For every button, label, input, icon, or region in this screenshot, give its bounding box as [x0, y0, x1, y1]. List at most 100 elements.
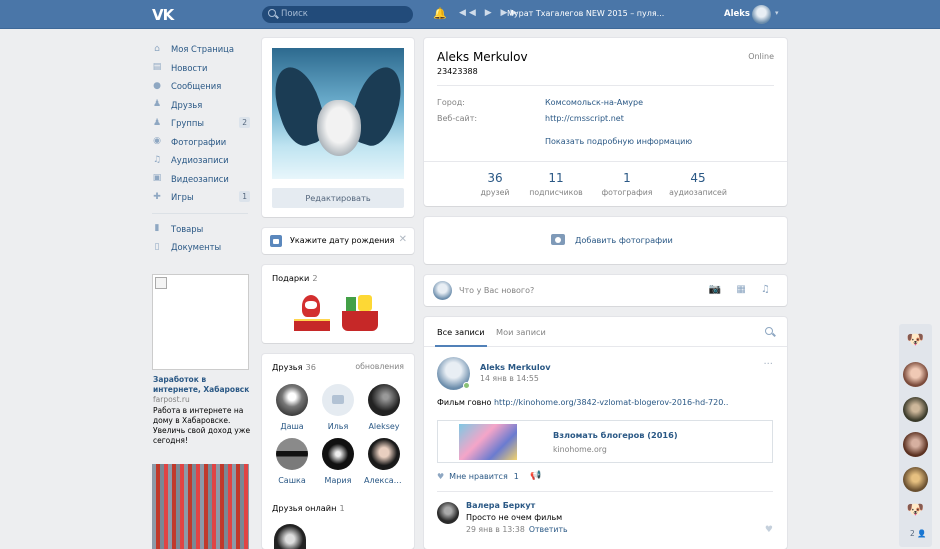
friend-name: Илья — [327, 422, 349, 431]
online-friends-title[interactable]: Друзья онлайн 1 — [272, 503, 345, 513]
vk-logo[interactable]: VK — [152, 6, 174, 24]
avatar — [368, 384, 400, 416]
profile-photo[interactable] — [272, 48, 404, 179]
friend-item[interactable]: Александ... — [364, 438, 404, 485]
chat-contact-avatar[interactable] — [903, 432, 928, 457]
heart-icon[interactable]: ♥ — [765, 525, 773, 535]
add-photos-button[interactable]: Добавить фотографии — [424, 217, 787, 264]
chevron-down-icon[interactable]: ▾ — [775, 9, 779, 17]
header-username[interactable]: Aleks — [724, 9, 750, 19]
chat-sidebar: 🐶 🐶 2 👤 — [899, 324, 932, 547]
post-text: Фильм говно http://kinohome.org/3842-vzl… — [437, 398, 728, 407]
sidebar-item-documents[interactable]: ▯ Документы — [152, 238, 252, 257]
friend-item[interactable]: Aleksey — [364, 384, 404, 431]
city-link[interactable]: Комсомольск-на-Амуре — [545, 98, 643, 107]
header-avatar[interactable] — [752, 5, 771, 24]
post-date[interactable]: 14 янв в 14:55 — [480, 374, 539, 383]
comment-author[interactable]: Валера Беркут — [466, 501, 535, 510]
counter-label: аудиозаписей — [669, 188, 727, 197]
games-icon: ✚ — [153, 191, 161, 202]
share-icon[interactable]: 📢 — [530, 471, 541, 481]
gift-santa[interactable] — [292, 291, 332, 333]
dog-icon[interactable]: 🐶 — [905, 330, 926, 351]
sidebar-item-label: Видеозаписи — [171, 173, 229, 184]
website-link[interactable]: http://cmsscript.net — [545, 114, 624, 123]
ad-title[interactable]: Заработок в интернете, Хабаровск — [153, 375, 253, 395]
gifts-count: 2 — [312, 273, 318, 283]
bell-icon[interactable]: 🔔 — [433, 7, 447, 20]
search-input[interactable]: Поиск — [262, 6, 413, 23]
gifts-title[interactable]: Подарки 2 — [272, 273, 318, 283]
post-author-avatar[interactable] — [437, 357, 470, 390]
post-author[interactable]: Aleks Merkulov — [480, 362, 551, 372]
chat-contact-avatar[interactable] — [903, 397, 928, 422]
sidebar-item-audio[interactable]: ♫ Аудиозаписи — [152, 151, 252, 170]
chat-contact-avatar[interactable] — [903, 362, 928, 387]
messages-icon: ● — [153, 80, 161, 91]
sidebar-item-groups[interactable]: ♟ Группы 2 — [152, 114, 252, 133]
attach-icons[interactable]: 📷 ▦ ♫ — [709, 284, 776, 295]
birthday-prompt[interactable]: Укажите дату рождения ✕ — [262, 228, 414, 254]
edit-profile-button[interactable]: Редактировать — [272, 188, 404, 208]
profile-status[interactable]: 23423388 — [437, 67, 478, 76]
sidebar-item-label: Аудиозаписи — [171, 155, 229, 166]
comment-date[interactable]: 29 янв в 13:38 — [466, 525, 525, 534]
search-icon — [268, 9, 276, 17]
now-playing-track[interactable]: Мурат Тхагалегов NEW 2015 – пуля... — [507, 9, 664, 18]
divider — [437, 491, 773, 492]
counter-photos[interactable]: 1 фотография — [592, 171, 662, 197]
website-label: Веб-сайт: — [437, 114, 478, 123]
friends-title[interactable]: Друзья 36 — [272, 362, 316, 372]
avatar — [276, 384, 308, 416]
sidebar-item-my-page[interactable]: ⌂ Моя Страница — [152, 40, 252, 59]
sidebar-item-label: Фотографии — [171, 136, 227, 147]
post-body: Фильм говно — [437, 398, 492, 407]
new-post-input[interactable]: Что у Вас нового? — [459, 286, 534, 295]
friend-item[interactable]: Илья — [318, 384, 358, 431]
search-icon[interactable] — [765, 327, 773, 335]
ad-image-cables[interactable] — [152, 464, 249, 549]
link-preview-card[interactable]: Взломать блогеров (2016) kinohome.org — [437, 420, 773, 463]
friend-name: Мария — [324, 476, 352, 485]
tab-my-posts[interactable]: Мои записи — [496, 327, 546, 337]
sidebar-item-label: Документы — [171, 242, 222, 253]
comment-avatar[interactable] — [437, 502, 459, 524]
sidebar-item-goods[interactable]: ▮ Товары — [152, 220, 252, 239]
new-post-box[interactable]: Что у Вас нового? 📷 ▦ ♫ — [424, 275, 787, 306]
gift-sleigh[interactable] — [340, 293, 380, 333]
tab-all-posts[interactable]: Все записи — [435, 327, 487, 347]
counter-friends[interactable]: 36 друзей — [460, 171, 530, 197]
add-photos-label: Добавить фотографии — [575, 235, 673, 245]
friend-item[interactable]: Мария — [318, 438, 358, 485]
divider — [424, 161, 787, 162]
sidebar-item-messages[interactable]: ● Сообщения — [152, 77, 252, 96]
ad-text[interactable]: Работа в интернете на дому в Хабаровске.… — [153, 406, 253, 446]
sidebar-item-friends[interactable]: ♟ Друзья — [152, 96, 252, 115]
dog-icon[interactable]: 🐶 — [905, 500, 926, 521]
ad-image[interactable] — [152, 274, 249, 370]
like-count: 1 — [513, 472, 519, 481]
sidebar-item-games[interactable]: ✚ Игры 1 — [152, 188, 252, 207]
online-status: Online — [748, 52, 774, 61]
counter-label: друзей — [480, 188, 510, 197]
chat-contact-avatar[interactable] — [903, 467, 928, 492]
more-options-icon[interactable]: ··· — [763, 359, 773, 370]
friend-item[interactable]: Даша — [272, 384, 312, 431]
show-details-link[interactable]: Показать подробную информацию — [545, 137, 692, 146]
sidebar-item-news[interactable]: ▤ Новости — [152, 59, 252, 78]
sidebar-item-video[interactable]: ▣ Видеозаписи — [152, 170, 252, 189]
chat-online-count[interactable]: 2 👤 — [910, 529, 927, 538]
close-icon[interactable]: ✕ — [399, 234, 407, 245]
sidebar-item-photos[interactable]: ◉ Фотографии — [152, 133, 252, 152]
counter-audio[interactable]: 45 аудиозаписей — [663, 171, 733, 197]
post-link[interactable]: http://kinohome.org/3842-vzlomat-blogero… — [494, 398, 728, 407]
friends-icon: ♟ — [152, 99, 162, 110]
friends-updates-link[interactable]: обновления — [355, 362, 404, 371]
counter-followers[interactable]: 11 подписчиков — [521, 171, 591, 197]
like-button[interactable]: ♥ Мне нравится 1 — [437, 472, 519, 481]
friend-item[interactable]: Сашка — [272, 438, 312, 485]
reply-link[interactable]: Ответить — [529, 525, 568, 534]
online-friend-avatar[interactable] — [274, 524, 306, 549]
ad-source[interactable]: farpost.ru — [153, 395, 190, 404]
left-navigation: ⌂ Моя Страница ▤ Новости ● Сообщения ♟ Друзь… — [152, 40, 252, 257]
